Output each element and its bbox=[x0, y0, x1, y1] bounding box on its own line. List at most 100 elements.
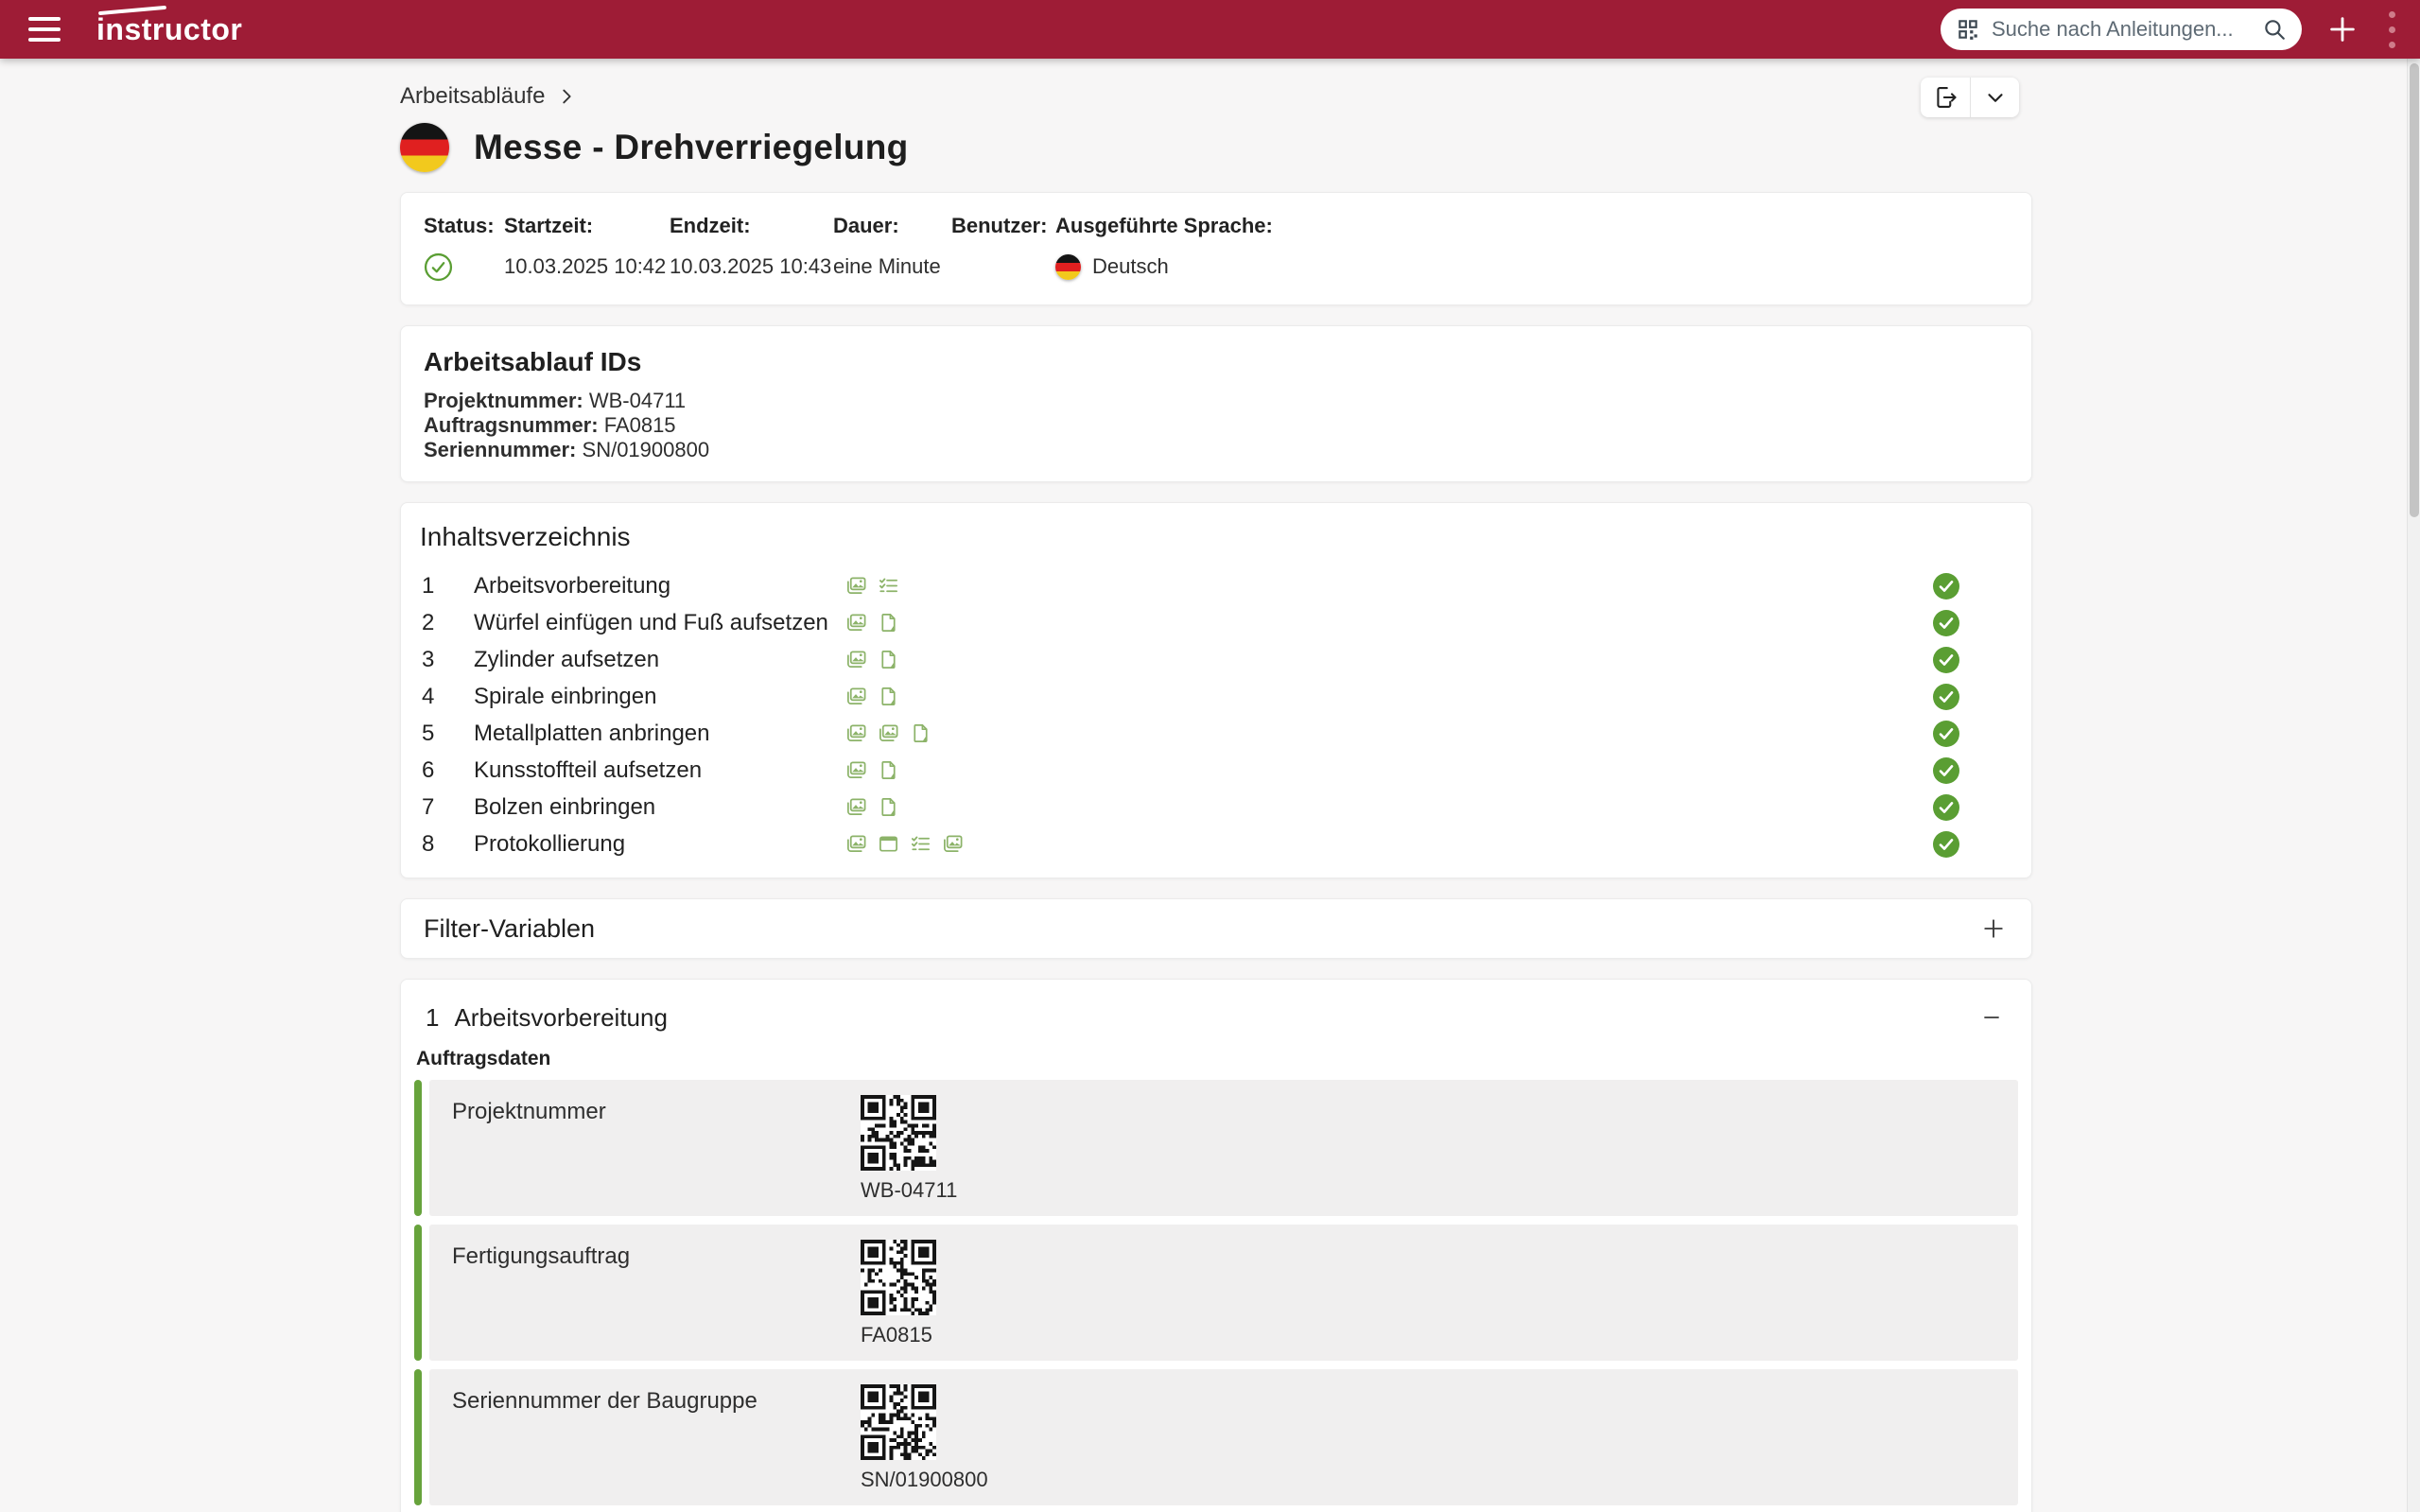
document-icon bbox=[910, 722, 931, 744]
toc-step-label: Metallplatten anbringen bbox=[474, 721, 845, 747]
toc-step-media-icons bbox=[845, 759, 899, 781]
toc-step-media-icons bbox=[845, 722, 931, 744]
export-split-button bbox=[1921, 78, 2019, 117]
workflow-ids-card: Arbeitsablauf IDs Projektnummer: WB-0471… bbox=[400, 325, 2032, 482]
step-completed-check-icon bbox=[1933, 721, 1959, 747]
toc-row[interactable]: 3 Zylinder aufsetzen bbox=[420, 641, 2012, 678]
toc-row[interactable]: 7 Bolzen einbringen bbox=[420, 789, 2012, 826]
toc-row[interactable]: 1 Arbeitsvorbereitung bbox=[420, 567, 2012, 604]
status-field-value bbox=[951, 252, 1055, 282]
image-icon bbox=[878, 722, 899, 744]
status-field: Ausgeführte Sprache: Deutsch bbox=[1055, 214, 2009, 282]
image-icon bbox=[845, 612, 867, 634]
status-field-value: 10.03.2025 10:43 bbox=[670, 252, 833, 282]
german-flag-icon bbox=[1055, 254, 1081, 280]
status-field-value bbox=[424, 252, 504, 282]
form-data-row: Fertigungsauftrag FA0815 bbox=[414, 1225, 2018, 1361]
step-completed-check-icon bbox=[1933, 794, 1959, 821]
search-icon[interactable] bbox=[2262, 17, 2287, 42]
workflow-ids-title: Arbeitsablauf IDs bbox=[424, 347, 2009, 377]
image-icon bbox=[845, 759, 867, 781]
app-logo[interactable]: instructor bbox=[96, 12, 242, 47]
toc-step-number: 5 bbox=[420, 721, 474, 747]
toc-step-media-icons bbox=[845, 575, 899, 597]
export-options-chevron[interactable] bbox=[1970, 78, 2019, 117]
document-icon bbox=[878, 686, 899, 707]
image-icon bbox=[845, 833, 867, 855]
breadcrumb-workflows-link[interactable]: Arbeitsabläufe bbox=[400, 83, 545, 110]
toc-step-media-icons bbox=[845, 612, 899, 634]
status-field-label: Ausgeführte Sprache: bbox=[1055, 214, 2009, 238]
image-icon bbox=[942, 833, 964, 855]
step-completed-check-icon bbox=[1933, 573, 1959, 600]
workflow-id-line: Auftragsnummer: FA0815 bbox=[424, 413, 2009, 438]
toc-step-label: Arbeitsvorbereitung bbox=[474, 573, 845, 600]
status-field-label: Dauer: bbox=[833, 214, 951, 238]
toc-row[interactable]: 8 Protokollierung bbox=[420, 826, 2012, 862]
toc-step-media-icons bbox=[845, 649, 899, 670]
toc-step-number: 8 bbox=[420, 831, 474, 858]
qr-code-value: SN/01900800 bbox=[861, 1468, 988, 1492]
toc-row[interactable]: 5 Metallplatten anbringen bbox=[420, 715, 2012, 752]
chevron-right-icon bbox=[556, 86, 577, 107]
workflow-id-value: FA0815 bbox=[604, 413, 676, 437]
toc-step-label: Bolzen einbringen bbox=[474, 794, 845, 821]
status-field: Startzeit: 10.03.2025 10:42 bbox=[504, 214, 670, 282]
step-completed-check-icon bbox=[1933, 610, 1959, 636]
breadcrumb: Arbeitsabläufe bbox=[400, 83, 2032, 110]
image-icon bbox=[845, 575, 867, 597]
form-row-label: Projektnummer bbox=[452, 1095, 861, 1203]
toc-row[interactable]: 2 Würfel einfügen und Fuß aufsetzen bbox=[420, 604, 2012, 641]
workflow-id-label: Seriennummer: bbox=[424, 438, 576, 461]
image-icon bbox=[845, 796, 867, 818]
row-status-bar bbox=[414, 1369, 422, 1505]
scrollbar-thumb[interactable] bbox=[2410, 63, 2419, 517]
toc-step-label: Spirale einbringen bbox=[474, 684, 845, 710]
filter-variables-title: Filter-Variablen bbox=[424, 914, 595, 944]
step-completed-check-icon bbox=[1933, 684, 1959, 710]
document-icon bbox=[878, 759, 899, 781]
toc-step-media-icons bbox=[845, 833, 964, 855]
toc-step-label: Protokollierung bbox=[474, 831, 845, 858]
section-1-card: 1 Arbeitsvorbereitung Auftragsdaten Proj… bbox=[400, 979, 2032, 1512]
add-button[interactable] bbox=[2326, 13, 2359, 45]
expand-filter-variables-button[interactable] bbox=[1976, 912, 2011, 946]
document-icon bbox=[878, 612, 899, 634]
toc-title: Inhaltsverzeichnis bbox=[420, 522, 2012, 552]
toc-step-number: 3 bbox=[420, 647, 474, 673]
toc-step-number: 6 bbox=[420, 757, 474, 784]
filter-variables-card: Filter-Variablen bbox=[400, 898, 2032, 959]
search-input[interactable] bbox=[1992, 17, 2251, 42]
qr-code bbox=[861, 1240, 936, 1315]
toc-step-media-icons bbox=[845, 796, 899, 818]
page-title: Messe - Drehverriegelung bbox=[474, 128, 909, 167]
status-card: Status: Startzeit: 10.03.2025 10:42 Endz… bbox=[400, 192, 2032, 305]
workflow-id-value: SN/01900800 bbox=[583, 438, 710, 461]
status-field-value: eine Minute bbox=[833, 252, 951, 282]
qr-code bbox=[861, 1384, 936, 1460]
qr-code-value: FA0815 bbox=[861, 1323, 936, 1347]
app-header: instructor bbox=[0, 0, 2420, 59]
export-button[interactable] bbox=[1921, 78, 1970, 117]
toc-row[interactable]: 6 Kunsstoffteil aufsetzen bbox=[420, 752, 2012, 789]
hamburger-menu-icon[interactable] bbox=[28, 17, 61, 42]
checklist-icon bbox=[910, 833, 931, 855]
status-ok-icon bbox=[424, 252, 453, 282]
vertical-scrollbar[interactable] bbox=[2407, 59, 2420, 1512]
section-number: 1 bbox=[426, 1003, 439, 1033]
status-field-value: 10.03.2025 10:42 bbox=[504, 252, 670, 282]
toc-step-number: 1 bbox=[420, 573, 474, 600]
step-completed-check-icon bbox=[1933, 647, 1959, 673]
qr-code-value: WB-04711 bbox=[861, 1178, 957, 1203]
qr-scan-icon[interactable] bbox=[1956, 17, 1980, 42]
form-data-row: Seriennummer der Baugruppe SN/01900800 bbox=[414, 1369, 2018, 1505]
collapse-section-button[interactable] bbox=[1975, 1000, 2009, 1034]
status-field-value: Deutsch bbox=[1055, 252, 2009, 282]
workflow-id-label: Auftragsnummer: bbox=[424, 413, 599, 437]
toc-step-media-icons bbox=[845, 686, 899, 707]
toc-row[interactable]: 4 Spirale einbringen bbox=[420, 678, 2012, 715]
toc-step-number: 2 bbox=[420, 610, 474, 636]
overflow-menu-icon[interactable] bbox=[2383, 8, 2401, 52]
checklist-icon bbox=[878, 575, 899, 597]
step-completed-check-icon bbox=[1933, 831, 1959, 858]
